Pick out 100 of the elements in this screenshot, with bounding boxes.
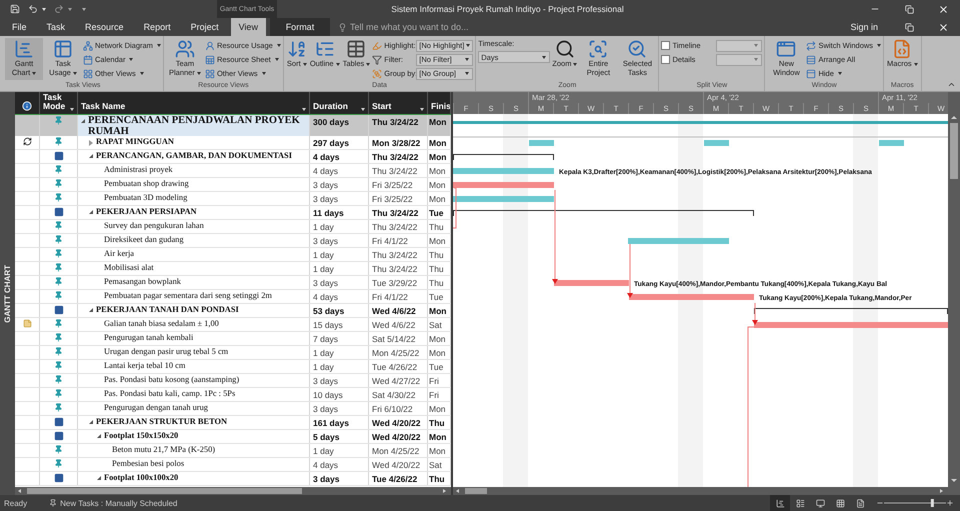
restore-icon[interactable] [904, 4, 914, 14]
horizontal-scrollbar[interactable] [15, 487, 451, 495]
column-header[interactable]: Task Mode [40, 92, 78, 114]
finish-cell: Mon [428, 150, 451, 163]
collapse-icon[interactable] [97, 434, 101, 438]
ribbon-tab[interactable]: Report [136, 18, 179, 36]
sheet-view-icon[interactable] [836, 498, 844, 508]
gantt-view-icon[interactable] [776, 498, 784, 508]
column-header[interactable]: Duration [310, 92, 369, 114]
finish-cell: Mon [428, 402, 451, 415]
collapse-icon[interactable] [89, 154, 93, 158]
task-name: Direksikeet dan gudang [104, 234, 184, 246]
monitor-icon[interactable] [816, 498, 824, 508]
task-name: Pembuatan shop drawing [104, 178, 189, 190]
finish-cell: Mon [428, 346, 451, 359]
collapse-icon[interactable] [89, 210, 93, 214]
duration-cell: 3 days [310, 178, 369, 191]
finish-cell: Tue [428, 206, 451, 219]
redo-button[interactable] [54, 4, 72, 14]
summary-bar[interactable] [453, 210, 754, 216]
start-cell: Wed 4/20/22 [369, 430, 428, 443]
checkbox[interactable] [661, 41, 670, 50]
task-name: Air kerja [104, 248, 134, 260]
ribbon-tab[interactable]: Project [182, 18, 227, 36]
person-icon [204, 40, 215, 50]
link-arrow [752, 302, 758, 325]
sign-in-link[interactable]: Sign in [850, 22, 878, 32]
start-cell: Tue 4/26/22 [369, 360, 428, 373]
finish-cell: Mon [428, 332, 451, 345]
duration-cell: 4 days [310, 458, 369, 471]
info-icon [22, 101, 32, 111]
pin-icon [49, 499, 58, 507]
start-cell: Thu 3/24/22 [369, 150, 428, 163]
ribbon-tab[interactable]: Format [270, 18, 330, 36]
sheet-icon [204, 54, 215, 64]
duration-cell: 3 days [310, 472, 369, 485]
collapse-icon[interactable] [89, 420, 93, 424]
ribbon-tab[interactable]: File [4, 18, 35, 36]
start-cell: Wed 4/20/22 [369, 458, 428, 471]
expand-icon[interactable] [89, 140, 93, 146]
undo-button[interactable] [28, 4, 46, 14]
zoom-in-icon[interactable] [946, 499, 954, 507]
window-icon [776, 39, 796, 59]
horizontal-scrollbar[interactable] [453, 487, 948, 495]
start-cell: Tue 4/26/22 [369, 472, 428, 485]
finish-cell: Mon [428, 164, 451, 177]
finish-cell: Tue [428, 360, 451, 373]
customize-caret-icon[interactable] [82, 8, 86, 10]
report-view-icon[interactable] [856, 498, 864, 508]
collapse-icon[interactable] [947, 80, 956, 89]
ribbon-tab[interactable]: Resource [77, 18, 132, 36]
finish-cell: Mon [428, 192, 451, 205]
task-name: PEKERJAAN TANAH DAN PONDASI [96, 304, 239, 316]
view-label: GANTT CHART [3, 264, 12, 322]
column-header[interactable]: Task Name [78, 92, 310, 114]
collapse-icon[interactable] [81, 119, 85, 123]
finish-cell: Tue [428, 290, 451, 303]
ribbon-tab[interactable]: Task [38, 18, 74, 36]
tell-me-field[interactable]: Tell me what you want to do... [350, 22, 469, 32]
task-name: Survey dan pengukuran lahan [104, 220, 204, 232]
zoom-slider[interactable] [884, 498, 946, 508]
sort-icon [286, 39, 307, 59]
ribbon-tab[interactable]: View [230, 18, 266, 36]
checkbox[interactable] [661, 55, 670, 64]
dropdown-field[interactable] [716, 40, 762, 52]
summary-bar[interactable] [754, 308, 948, 314]
close-icon[interactable] [938, 22, 948, 32]
column-header[interactable]: Start [369, 92, 428, 114]
start-cell: Wed 4/27/22 [369, 374, 428, 387]
finish-cell: Sat [428, 458, 451, 471]
vertical-scrollbar[interactable] [948, 92, 960, 495]
status-text[interactable]: New Tasks : Manually Scheduled [60, 498, 178, 508]
collapse-icon[interactable] [97, 476, 101, 480]
summary-bar[interactable] [453, 154, 554, 160]
save-icon[interactable] [10, 4, 20, 14]
lightbulb-icon [338, 22, 347, 32]
list-view-icon[interactable] [796, 498, 804, 508]
finish-cell: Mon [428, 444, 451, 457]
task-name: Galian tanah biasa sedalam ± 1,00 [104, 318, 219, 330]
task-name: Footplat 100x100x20 [104, 472, 178, 484]
status-text: Ready [4, 498, 28, 508]
rows-icon [806, 54, 816, 64]
restore-icon[interactable] [904, 22, 914, 32]
finish-cell: Mon [428, 234, 451, 247]
finish-cell: Fri [428, 388, 451, 401]
close-icon[interactable] [938, 4, 948, 14]
macro-icon [892, 39, 912, 59]
task-name: Beton mutu 21,7 MPa (K-250) [112, 444, 216, 456]
finish-cell: Thu [428, 220, 451, 233]
grid-icon [204, 68, 215, 78]
start-cell: Sat 4/30/22 [369, 388, 428, 401]
start-cell: Thu 3/24/22 [369, 206, 428, 219]
dropdown-field[interactable] [716, 54, 762, 66]
collapse-icon[interactable] [89, 308, 93, 312]
zoom-page-icon [588, 39, 608, 59]
duration-cell: 53 days [310, 304, 369, 317]
task-name: Pemasangan bowplank [104, 276, 181, 288]
duration-cell: 3 days [310, 402, 369, 415]
finish-cell: Mon [428, 115, 451, 137]
duration-cell: 3 days [310, 276, 369, 289]
